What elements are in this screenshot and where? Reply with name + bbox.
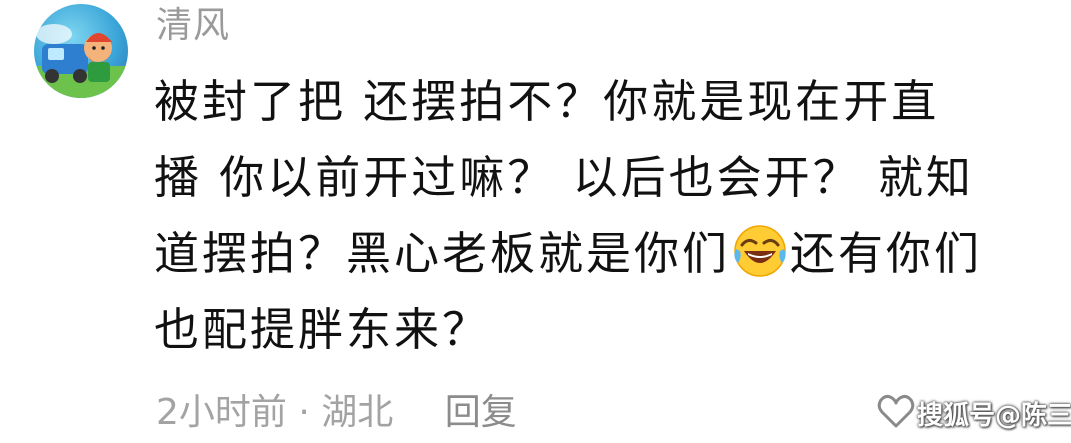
comment-text: 被封了把 还摆拍不？你就是现在开直播 你以前开过嘛？ 以后也会开？ 就知道摆拍？… bbox=[154, 64, 984, 368]
meta-separator: · bbox=[298, 392, 310, 433]
laughing-crying-emoji-icon bbox=[734, 225, 786, 277]
reply-button[interactable]: 回复 bbox=[445, 392, 517, 433]
comment-time: 2小时前 bbox=[156, 392, 287, 433]
username[interactable]: 清风 bbox=[156, 2, 230, 50]
cartoon-avatar-icon bbox=[34, 24, 128, 98]
heart-outline-icon[interactable] bbox=[876, 392, 916, 432]
comment-meta: 2小时前 · 湖北 回复 bbox=[156, 388, 517, 438]
avatar[interactable] bbox=[34, 4, 128, 98]
comment-location: 湖北 bbox=[321, 392, 394, 433]
watermark: 搜狐号@陈三 bbox=[917, 401, 1071, 431]
